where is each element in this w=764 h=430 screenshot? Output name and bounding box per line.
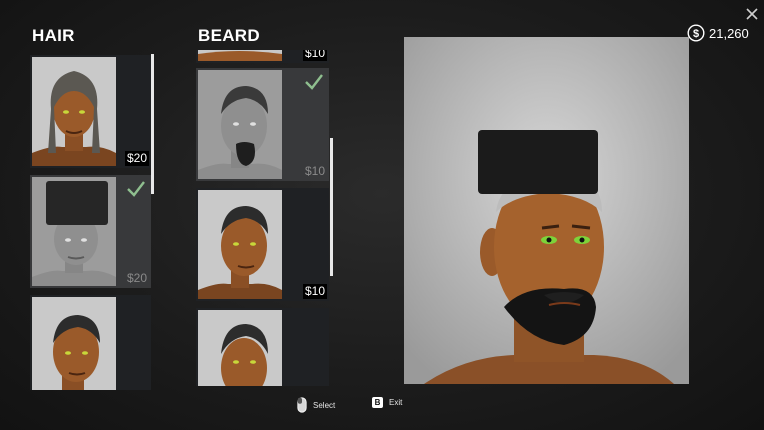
hair-heading: HAIR (32, 26, 75, 45)
svg-text:$: $ (693, 28, 699, 40)
b-button-icon: B (372, 397, 383, 408)
dollar-coin-icon: $ (687, 24, 705, 42)
beard-heading: BEARD (198, 26, 260, 45)
beard-thumbnail (198, 190, 282, 299)
select-label: Select (313, 400, 336, 410)
beard-price: $10 (302, 50, 327, 61)
mouse-icon (297, 397, 307, 413)
beard-price: $10 (304, 164, 325, 178)
hair-thumbnail (32, 57, 116, 166)
beard-thumbnail (198, 310, 282, 386)
beard-item-clean-shaven[interactable] (196, 308, 329, 386)
checkmark-icon (127, 181, 145, 197)
beard-price: $10 (302, 284, 327, 299)
hair-item-flat-top[interactable]: $20 (30, 175, 151, 288)
hair-list[interactable]: $20 $20 (30, 53, 151, 390)
hair-thumbnail (32, 177, 116, 286)
beard-item-clean-shaven[interactable]: $10 (196, 188, 329, 301)
hair-thumbnail (32, 297, 116, 390)
checkmark-icon (305, 74, 323, 90)
beard-item-goatee[interactable]: $10 (196, 68, 329, 181)
hair-scrollbar[interactable] (151, 54, 154, 194)
currency-amount: 21,260 (709, 25, 749, 41)
hair-item-buzz-cut[interactable] (30, 295, 151, 390)
beard-list[interactable]: $10 $10 $10 (196, 50, 329, 386)
character-preview[interactable] (404, 37, 689, 384)
exit-hint[interactable]: B Exit (372, 397, 402, 408)
exit-label: Exit (389, 398, 403, 407)
beard-item-partial[interactable]: $10 (196, 50, 329, 63)
close-icon (746, 8, 758, 20)
beard-thumbnail (198, 50, 282, 61)
beard-thumbnail (198, 70, 282, 179)
beard-scrollbar[interactable] (330, 138, 333, 276)
hair-price: $20 (126, 271, 147, 285)
currency-display: $ 21,260 (687, 24, 749, 42)
hair-price: $20 (124, 151, 149, 166)
hair-item-dreadlocks[interactable]: $20 (30, 55, 151, 168)
select-hint: Select (297, 397, 335, 413)
close-button[interactable] (744, 6, 760, 22)
